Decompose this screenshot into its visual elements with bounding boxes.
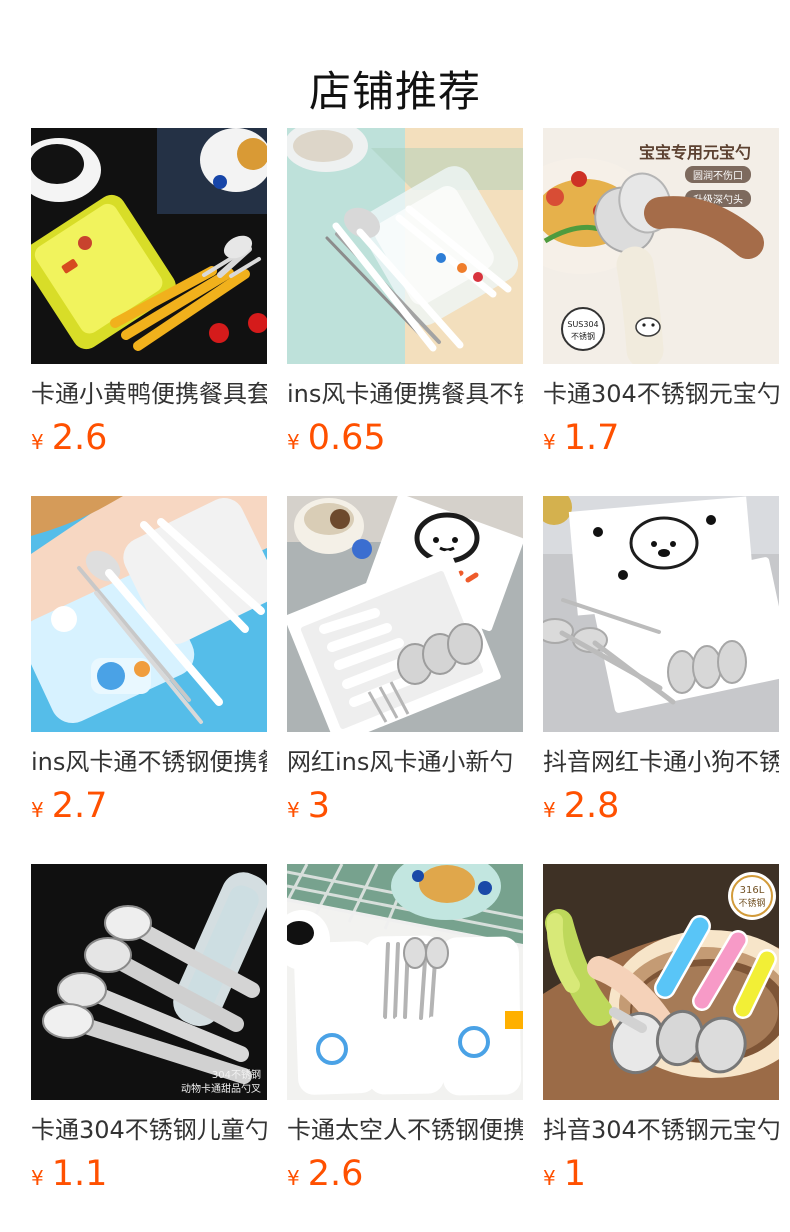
currency-symbol: ¥ [287,430,300,454]
image-banner-text: 宝宝专用元宝勺 [639,143,751,162]
product-price: ¥2.8 [543,784,619,828]
product-image[interactable] [543,496,779,732]
product-title[interactable]: 卡通304不锈钢元宝勺 [543,374,779,414]
product-card[interactable]: 抖音网红卡通小狗不锈钢 ¥2.8 [543,496,779,832]
product-image[interactable] [287,128,523,364]
product-image[interactable] [31,496,267,732]
product-price: ¥2.6 [287,1152,363,1196]
product-title[interactable]: 网红ins风卡通小新勺 [287,742,523,782]
currency-symbol: ¥ [31,430,44,454]
price-value: 2.6 [51,418,108,458]
price-value: 2.6 [307,1154,364,1194]
product-card[interactable]: 304不锈钢 动物卡通甜品勺叉 卡通304不锈钢儿童勺 ¥1.1 [31,864,267,1200]
product-price: ¥1 [543,1152,586,1196]
product-price: ¥3 [287,784,330,828]
currency-symbol: ¥ [543,1166,556,1190]
product-title[interactable]: 抖音304不锈钢元宝勺 [543,1110,779,1150]
price-value: 0.65 [307,418,386,458]
product-image[interactable] [287,864,523,1100]
image-badge-text: 不锈钢 [738,897,765,909]
product-image[interactable]: 316L 不锈钢 [543,864,779,1100]
product-card[interactable]: 网红ins风卡通小新勺 ¥3 [287,496,523,832]
currency-symbol: ¥ [287,1166,300,1190]
currency-symbol: ¥ [287,798,300,822]
page-title: 店铺推荐 [308,67,481,117]
price-value: 1 [563,1154,587,1194]
product-title[interactable]: 卡通小黄鸭便携餐具套装 [31,374,267,414]
product-price: ¥2.7 [31,784,107,828]
product-card[interactable]: 卡通太空人不锈钢便携 ¥2.6 [287,864,523,1200]
price-value: 2.7 [51,786,108,826]
price-value: 3 [307,786,331,826]
product-card[interactable]: 316L 不锈钢 抖音304不锈钢元宝勺 ¥1 [543,864,779,1200]
price-value: 1.1 [51,1154,108,1194]
product-card[interactable]: ins风卡通便携餐具不锈钢 ¥0.65 [287,128,523,464]
currency-symbol: ¥ [31,1166,44,1190]
price-value: 1.7 [563,418,620,458]
product-card[interactable]: ins风卡通不锈钢便携餐具 ¥2.7 [31,496,267,832]
product-image[interactable]: 304不锈钢 动物卡通甜品勺叉 [31,864,267,1100]
product-price: ¥2.6 [31,416,107,460]
product-grid: 卡通小黄鸭便携餐具套装 ¥2.6 [31,128,790,1228]
product-title[interactable]: 抖音网红卡通小狗不锈钢 [543,742,779,782]
shop-recommendation-page: 店铺推荐 卡通小黄鸭便携餐具套 ¥ 2.6 ins风卡通便携餐具不 ¥ 0.65… [0,0,790,1232]
currency-symbol: ¥ [543,430,556,454]
product-price: ¥1.1 [31,1152,107,1196]
image-badge-text: 不锈钢 [571,331,595,341]
product-card[interactable]: 宝宝专用元宝勺 圆润不伤口 升级深勺头 SUS304 不锈钢 卡通304不锈钢元… [543,128,779,464]
image-caption: 304不锈钢 [212,1068,261,1081]
product-image[interactable] [31,128,267,364]
image-badge-text: 316L [740,885,765,896]
currency-symbol: ¥ [31,798,44,822]
price-value: 2.8 [563,786,620,826]
product-title[interactable]: ins风卡通便携餐具不锈钢 [287,374,523,414]
product-price: ¥0.65 [287,416,386,460]
product-price: ¥1.7 [543,416,619,460]
product-title[interactable]: 卡通304不锈钢儿童勺 [31,1110,267,1150]
image-pill-text: 圆润不伤口 [693,169,743,182]
product-image[interactable]: 宝宝专用元宝勺 圆润不伤口 升级深勺头 SUS304 不锈钢 [543,128,779,364]
product-title[interactable]: 卡通太空人不锈钢便携 [287,1110,523,1150]
image-caption: 动物卡通甜品勺叉 [181,1082,261,1095]
product-card[interactable]: 卡通小黄鸭便携餐具套装 ¥2.6 [31,128,267,464]
image-badge-text: SUS304 [567,320,598,329]
product-image[interactable] [287,496,523,732]
product-title[interactable]: ins风卡通不锈钢便携餐具 [31,742,267,782]
currency-symbol: ¥ [543,798,556,822]
